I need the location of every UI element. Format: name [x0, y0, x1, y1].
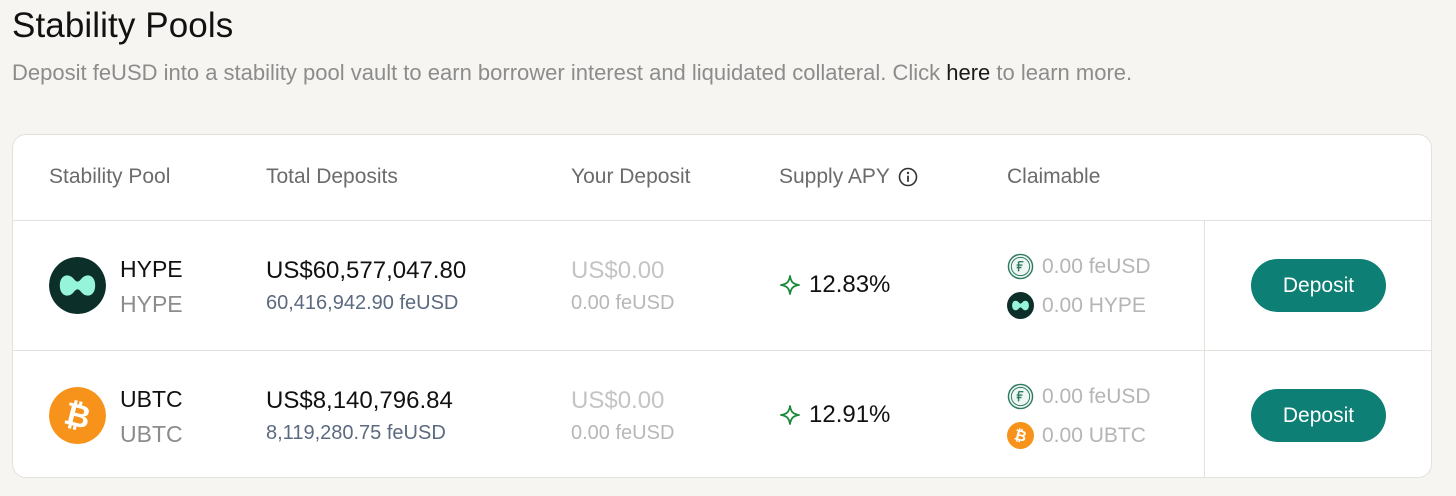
subtitle-text: Deposit feUSD into a stability pool vaul…	[12, 60, 947, 85]
total-deposits-usd: US$60,577,047.80	[266, 257, 467, 284]
claimable-feusd-value: 0.00 feUSD	[1042, 384, 1151, 408]
claimable-collateral-value: 0.00 HYPE	[1042, 293, 1146, 317]
column-divider	[1204, 221, 1205, 477]
stability-pools-table: Stability Pool Total Deposits Your Depos…	[12, 134, 1432, 478]
asset-name: UBTC	[120, 386, 183, 412]
learn-more-link[interactable]: here	[946, 60, 990, 85]
hype-logo-icon	[49, 257, 106, 314]
sparkle-icon	[780, 275, 800, 295]
deposit-button[interactable]: Deposit	[1251, 259, 1386, 312]
bitcoin-logo-icon: ₿	[1007, 422, 1034, 449]
header-supply-apy: Supply APY	[779, 165, 918, 189]
supply-apy-value: 12.91%	[809, 401, 891, 428]
page-title: Stability Pools	[12, 6, 234, 45]
total-deposits-token: 60,416,942.90 feUSD	[266, 292, 459, 314]
header-supply-apy-label: Supply APY	[779, 165, 890, 188]
table-row: ₿ UBTC UBTC US$8,140,796.84 8,119,280.75…	[13, 351, 1431, 477]
hype-logo-icon	[1007, 292, 1034, 319]
asset-symbol: UBTC	[120, 421, 183, 447]
your-deposit-usd: US$0.00	[571, 257, 665, 284]
claimable-collateral-value: 0.00 UBTC	[1042, 423, 1146, 447]
supply-apy: 12.83%	[779, 271, 890, 299]
claimable-collateral: ₿ 0.00 UBTC	[1007, 422, 1146, 449]
sparkle-icon	[780, 405, 800, 425]
claimable-feusd: 0.00 feUSD	[1007, 383, 1151, 410]
table-row: HYPE HYPE US$60,577,047.80 60,416,942.90…	[13, 221, 1431, 351]
claimable-feusd: 0.00 feUSD	[1007, 253, 1151, 280]
header-stability-pool: Stability Pool	[49, 165, 171, 188]
info-icon[interactable]	[898, 167, 918, 187]
total-deposits-usd: US$8,140,796.84	[266, 387, 453, 414]
your-deposit-token: 0.00 feUSD	[571, 422, 675, 444]
your-deposit-usd: US$0.00	[571, 387, 665, 414]
table-header: Stability Pool Total Deposits Your Depos…	[13, 135, 1431, 221]
claimable-feusd-value: 0.00 feUSD	[1042, 254, 1151, 278]
total-deposits-token: 8,119,280.75 feUSD	[266, 422, 446, 444]
your-deposit-token: 0.00 feUSD	[571, 292, 675, 314]
claimable-collateral: 0.00 HYPE	[1007, 292, 1146, 319]
header-your-deposit: Your Deposit	[571, 165, 691, 188]
subtitle-text-end: to learn more.	[990, 60, 1133, 85]
header-total-deposits: Total Deposits	[266, 165, 398, 188]
asset-name: HYPE	[120, 256, 183, 282]
asset-symbol: HYPE	[120, 291, 183, 317]
supply-apy-value: 12.83%	[809, 271, 891, 298]
feusd-icon	[1007, 383, 1034, 410]
supply-apy: 12.91%	[779, 401, 890, 429]
page-subtitle: Deposit feUSD into a stability pool vaul…	[12, 60, 1132, 86]
header-claimable: Claimable	[1007, 165, 1101, 188]
deposit-button[interactable]: Deposit	[1251, 389, 1386, 442]
bitcoin-logo-icon: ₿	[49, 387, 106, 444]
feusd-icon	[1007, 253, 1034, 280]
